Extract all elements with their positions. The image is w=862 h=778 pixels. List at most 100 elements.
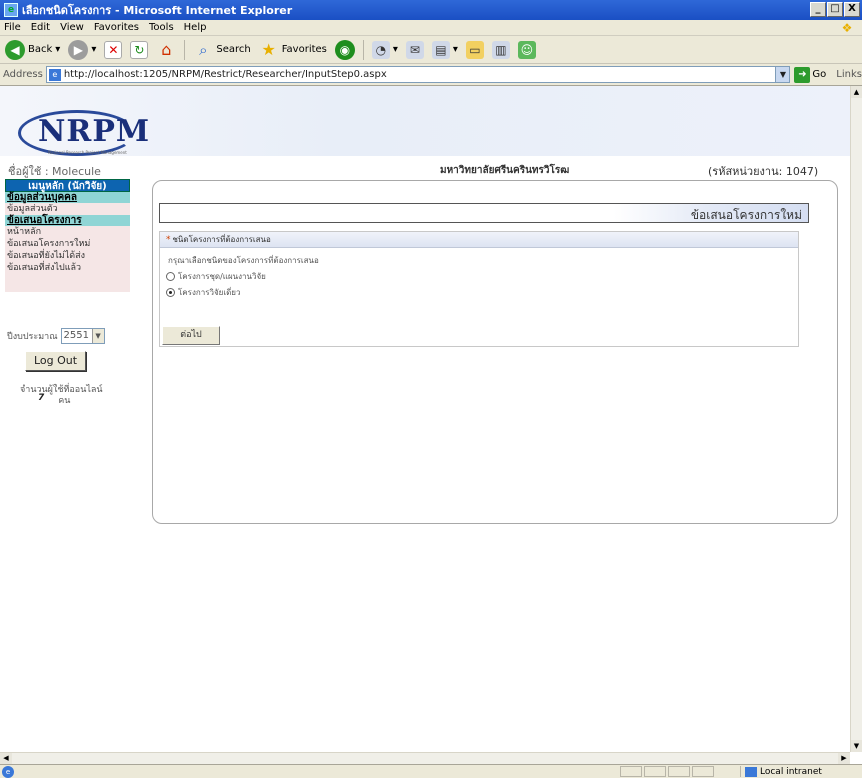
links-button[interactable]: Links [836, 69, 862, 80]
online-users-unit: คน [58, 396, 71, 406]
sidebar-section-personal[interactable]: ข้อมูลส่วนบุคคล [5, 192, 130, 203]
chevron-down-icon: ▾ [91, 44, 97, 55]
radio-single-project[interactable] [166, 288, 175, 297]
current-user: ชื่อผู้ใช้ : Molecule [8, 165, 101, 178]
radio-program-project[interactable] [166, 272, 175, 281]
menu-view[interactable]: View [60, 22, 84, 33]
security-zone: Local intranet [740, 766, 822, 777]
print-button[interactable]: ▤ ▾ [430, 39, 460, 61]
research-button[interactable]: ▥ [490, 39, 512, 61]
sidebar-menu: เมนูหลัก (นักวิจัย) ข้อมูลส่วนบุคคล ข้อม… [5, 179, 130, 292]
online-users-count: 7 [38, 393, 45, 403]
sidebar-item-personal-info[interactable]: ข้อมูลส่วนตัว [5, 203, 130, 215]
logo-text: NRPM [38, 114, 151, 149]
toolbar: ◀ Back ▾ ▶ ▾ ✕ ↻ ⌂ ⌕ Search ★ Favorites … [0, 36, 862, 64]
window-controls: _ □ X [810, 2, 860, 17]
media-button[interactable]: ◉ [333, 39, 357, 61]
window-title: เลือกชนิดโครงการ - Microsoft Internet Ex… [22, 4, 293, 17]
page-status-icon: e [2, 765, 14, 778]
history-icon: ◔ [371, 40, 390, 59]
chevron-down-icon[interactable]: ▼ [91, 329, 104, 343]
maximize-button[interactable]: □ [827, 2, 843, 17]
history-button[interactable]: ◔ ▾ [370, 39, 400, 61]
menu-help[interactable]: Help [184, 22, 207, 33]
address-input[interactable]: e http://localhost:1205/NRPM/Restrict/Re… [45, 66, 791, 83]
scroll-up-icon[interactable]: ▲ [851, 86, 862, 98]
scroll-right-icon[interactable]: ▶ [838, 753, 850, 764]
print-icon: ▤ [431, 40, 450, 59]
close-button[interactable]: X [844, 2, 860, 17]
intranet-icon [745, 766, 757, 777]
toolbar-separator [184, 39, 186, 60]
next-button[interactable]: ต่อไป [162, 326, 220, 345]
menu-favorites[interactable]: Favorites [94, 22, 139, 33]
option-single-project-label: โครงการวิจัยเดี่ยว [178, 288, 241, 297]
sidebar-item-home[interactable]: หน้าหลัก [5, 226, 130, 238]
search-icon: ⌕ [199, 40, 208, 59]
sidebar-heading: เมนูหลัก (นักวิจัย) [5, 179, 130, 192]
sidebar-item-sent[interactable]: ข้อเสนอที่ส่งไปแล้ว [5, 262, 130, 274]
book-icon: ▥ [491, 40, 510, 59]
budget-year-label: ปีงบประมาณ [7, 332, 58, 342]
status-cell [620, 766, 642, 777]
form-instruction: กรุณาเลือกชนิดของโครงการที่ต้องการเสนอ [168, 256, 319, 265]
back-button[interactable]: ◀ Back ▾ [3, 39, 62, 61]
budget-year-value: 2551 [63, 330, 89, 341]
scroll-down-icon[interactable]: ▼ [851, 740, 862, 752]
window-titlebar: e เลือกชนิดโครงการ - Microsoft Internet … [0, 0, 862, 20]
go-button[interactable]: ➜ Go [794, 66, 826, 83]
refresh-button[interactable]: ↻ [128, 39, 150, 61]
sidebar-item-unsent[interactable]: ข้อเสนอที่ยังไม่ได้ส่ง [5, 250, 130, 262]
search-button[interactable]: ⌕ Search [191, 39, 252, 61]
page-icon: e [48, 68, 61, 81]
menu-tools[interactable]: Tools [149, 22, 174, 33]
refresh-icon: ↻ [130, 40, 149, 59]
budget-year-select[interactable]: 2551 ▼ [60, 328, 105, 344]
stop-button[interactable]: ✕ [102, 39, 124, 61]
option-program-project[interactable]: โครงการชุด/แผนงานวิจัย [166, 270, 266, 283]
folder-icon: ▭ [465, 40, 484, 59]
home-icon: ⌂ [161, 39, 172, 59]
folder-button[interactable]: ▭ [464, 39, 486, 61]
go-arrow-icon: ➜ [794, 66, 811, 83]
budget-year-row: ปีงบประมาณ 2551 ▼ [7, 328, 105, 344]
toolbar-separator [362, 39, 364, 60]
chevron-down-icon: ▾ [452, 44, 458, 55]
address-url: http://localhost:1205/NRPM/Restrict/Rese… [63, 69, 387, 80]
minimize-button[interactable]: _ [810, 2, 826, 17]
chevron-down-icon[interactable]: ▼ [775, 67, 790, 82]
mail-button[interactable]: ✉ [404, 39, 426, 61]
messenger-button[interactable]: ☺ [516, 39, 538, 61]
chevron-down-icon: ▾ [392, 44, 398, 55]
horizontal-scrollbar[interactable]: ◀ ▶ [0, 752, 850, 764]
vertical-scrollbar[interactable]: ▲ ▼ [850, 86, 862, 752]
media-icon: ◉ [334, 39, 355, 60]
forward-button[interactable]: ▶ ▾ [66, 39, 98, 61]
status-cells [620, 766, 714, 777]
scroll-left-icon[interactable]: ◀ [0, 753, 12, 764]
sidebar-spacer [5, 274, 130, 292]
status-cell [644, 766, 666, 777]
star-icon: ★ [261, 39, 276, 59]
project-type-form: * ชนิดโครงการที่ต้องการเสนอ กรุณาเลือกชน… [159, 231, 799, 347]
main-panel: ข้อเสนอโครงการใหม่ * ชนิดโครงการที่ต้องก… [152, 180, 838, 524]
form-header-label: ชนิดโครงการที่ต้องการเสนอ [172, 234, 271, 244]
mail-icon: ✉ [405, 40, 424, 59]
menu-edit[interactable]: Edit [31, 22, 50, 33]
stop-icon: ✕ [104, 40, 123, 59]
forward-arrow-icon: ▶ [68, 39, 89, 60]
university-name: มหาวิทยาลัยศรีนครินทรวิโรฒ [440, 165, 570, 176]
menu-file[interactable]: File [4, 22, 21, 33]
required-star-icon: * [166, 234, 171, 245]
page-title: ข้อเสนอโครงการใหม่ [690, 208, 802, 222]
back-arrow-icon: ◀ [5, 39, 25, 60]
home-button[interactable]: ⌂ [154, 39, 178, 61]
sidebar-item-new-proposal[interactable]: ข้อเสนอโครงการใหม่ [5, 238, 130, 250]
address-bar: Address e http://localhost:1205/NRPM/Res… [0, 64, 862, 86]
status-cell [692, 766, 714, 777]
option-single-project[interactable]: โครงการวิจัยเดี่ยว [166, 286, 240, 299]
logout-button[interactable]: Log Out [25, 351, 86, 371]
menubar: File Edit View Favorites Tools Help ❖ [0, 20, 862, 36]
favorites-button[interactable]: ★ Favorites [257, 39, 329, 61]
sidebar-section-proposals[interactable]: ข้อเสนอโครงการ [5, 215, 130, 226]
